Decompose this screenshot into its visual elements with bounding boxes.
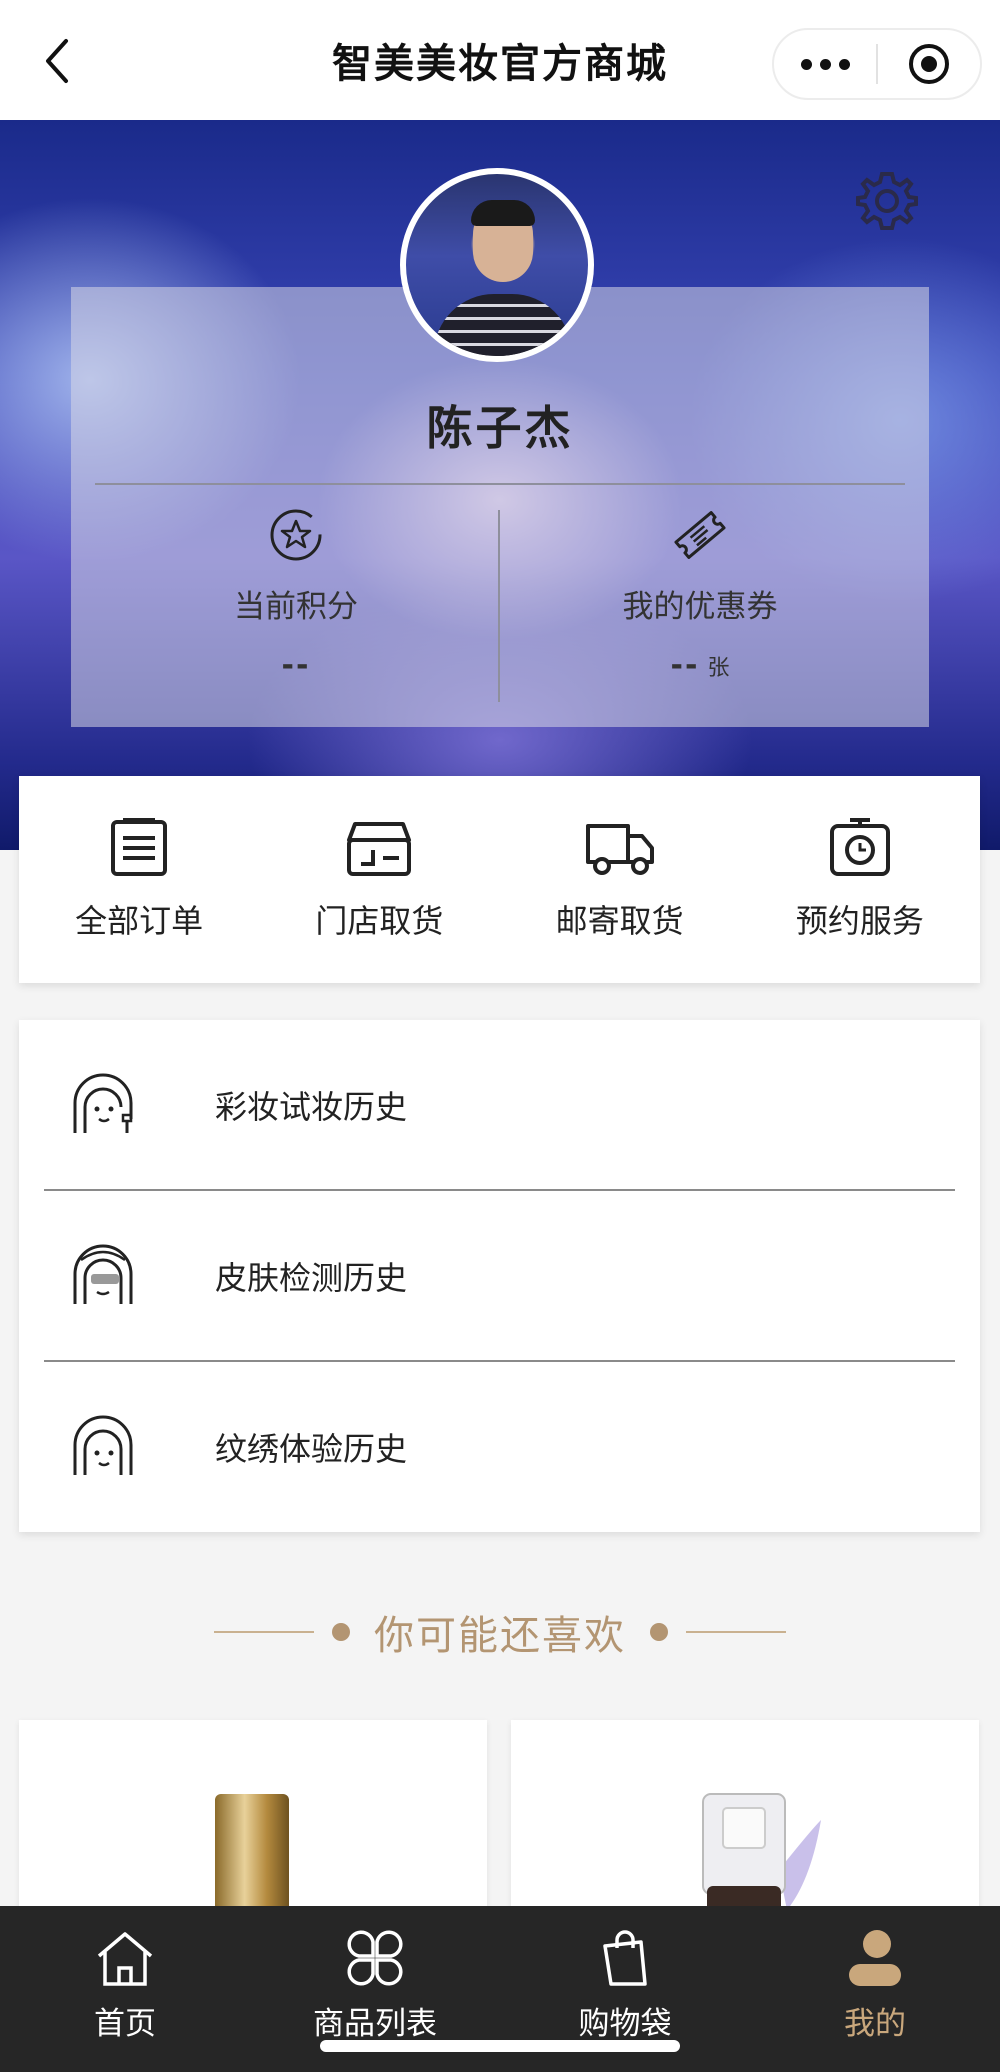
more-menu-button[interactable] [774, 58, 876, 70]
heading-dot [650, 1623, 668, 1641]
order-list-icon [111, 818, 168, 876]
page-title: 智美美妆官方商城 [332, 41, 668, 87]
coupons-stat[interactable]: 我的优惠券 -- 张 [500, 505, 900, 683]
more-dots-icon [800, 58, 812, 70]
history-label: 彩妆试妆历史 [215, 1088, 408, 1126]
points-label: 当前积分 [234, 589, 358, 625]
tab-label: 首页 [94, 2006, 156, 2042]
divider [95, 483, 905, 485]
shopping-bag-icon [603, 1930, 647, 1986]
heading-line [214, 1631, 314, 1633]
points-value: -- [281, 648, 311, 683]
recommend-title: 你可能还喜欢 [374, 1613, 626, 1659]
mail-pickup-button[interactable]: 邮寄取货 [500, 776, 740, 983]
history-list: 彩妆试妆历史 皮肤检测历史 纹绣体验历史 [19, 1020, 980, 1532]
product-grid-icon [347, 1930, 403, 1986]
appointment-icon [829, 818, 890, 876]
recommend-heading: 你可能还喜欢 [0, 1600, 1000, 1664]
store-icon [347, 822, 412, 876]
truck-icon [585, 824, 654, 875]
store-pickup-button[interactable]: 门店取货 [259, 776, 499, 983]
order-label: 门店取货 [315, 902, 444, 940]
order-label: 预约服务 [795, 902, 924, 940]
makeup-history-item[interactable]: 彩妆试妆历史 [19, 1020, 980, 1190]
gear-icon[interactable] [854, 168, 920, 234]
user-name: 陈子杰 [426, 401, 574, 455]
nav-header: 智美美妆官方商城 [0, 0, 1000, 120]
appointment-button[interactable]: 预约服务 [740, 776, 980, 983]
makeup-face-icon [73, 1073, 133, 1133]
home-icon [97, 1932, 153, 1986]
points-stat[interactable]: 当前积分 -- [96, 505, 496, 683]
profile-hero: 陈子杰 当前积分 -- 我的优惠券 -- 张 [0, 120, 1000, 850]
user-icon [849, 1930, 901, 1986]
tab-home[interactable]: 首页 [0, 1906, 250, 2072]
coupons-value: -- 张 [670, 648, 730, 683]
heading-dot [332, 1623, 350, 1641]
history-label: 皮肤检测历史 [215, 1259, 408, 1297]
tab-label: 商品列表 [313, 2006, 437, 2042]
tab-me[interactable]: 我的 [750, 1906, 1000, 2072]
miniprogram-capsule [772, 28, 982, 100]
close-miniprogram-button[interactable] [878, 42, 980, 86]
all-orders-button[interactable]: 全部订单 [19, 776, 259, 983]
order-label: 邮寄取货 [555, 902, 684, 940]
star-badge-icon [270, 509, 322, 561]
coupons-unit: 张 [707, 656, 730, 681]
order-shortcuts: 全部订单 门店取货 邮寄取货 预约服务 [19, 776, 980, 983]
coupon-ticket-icon [674, 511, 726, 559]
home-indicator [320, 2040, 680, 2052]
chevron-left-icon [46, 39, 68, 83]
embroidery-history-item[interactable]: 纹绣体验历史 [19, 1362, 980, 1532]
embroidery-face-icon [73, 1415, 133, 1475]
heading-line [686, 1631, 786, 1633]
skin-history-item[interactable]: 皮肤检测历史 [19, 1191, 980, 1361]
history-label: 纹绣体验历史 [215, 1430, 408, 1468]
skin-face-icon [73, 1244, 133, 1304]
back-button[interactable] [30, 34, 84, 88]
coupons-label: 我的优惠券 [622, 589, 778, 625]
target-icon [909, 44, 949, 84]
tab-label: 我的 [844, 2006, 906, 2042]
tab-label: 购物袋 [578, 2006, 672, 2042]
avatar[interactable] [400, 168, 594, 362]
order-label: 全部订单 [75, 902, 204, 940]
